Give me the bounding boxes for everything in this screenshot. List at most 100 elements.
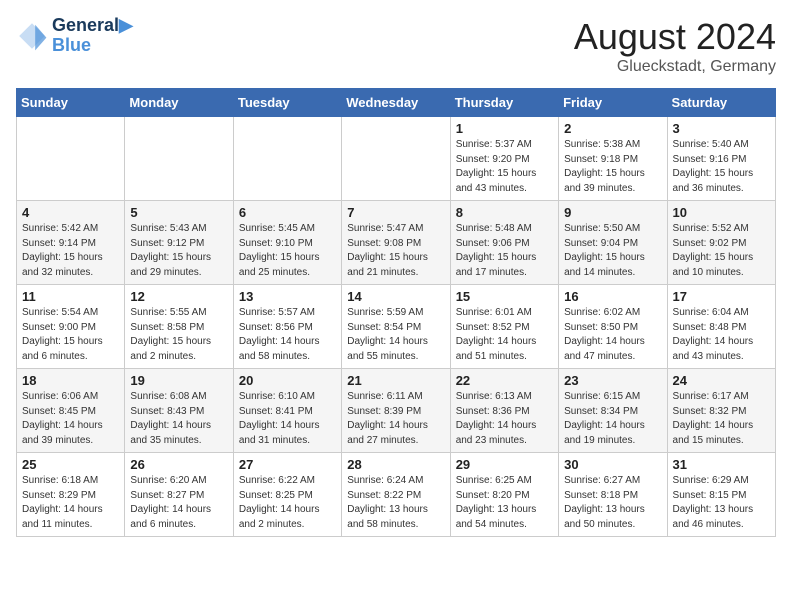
calendar-cell: 18 Sunrise: 6:06 AM Sunset: 8:45 PM Dayli… [17, 369, 125, 453]
day-info: Sunrise: 6:18 AM Sunset: 8:29 PM Dayligh… [22, 474, 119, 532]
calendar-week-row: 25 Sunrise: 6:18 AM Sunset: 8:29 PM Dayli… [17, 453, 776, 537]
calendar-cell [342, 117, 450, 201]
calendar-cell: 10 Sunrise: 5:52 AM Sunset: 9:02 PM Dayli… [667, 201, 775, 285]
calendar-cell: 2Sunrise: 5:38 AM Sunset: 9:18 PM Daylig… [559, 117, 667, 201]
calendar-cell: 21 Sunrise: 6:11 AM Sunset: 8:39 PM Dayli… [342, 369, 450, 453]
calendar-cell: 7 Sunrise: 5:47 AM Sunset: 9:08 PM Daylig… [342, 201, 450, 285]
calendar-cell: 8 Sunrise: 5:48 AM Sunset: 9:06 PM Daylig… [450, 201, 558, 285]
day-number: 30 [564, 457, 661, 472]
day-number: 31 [673, 457, 770, 472]
day-info: Sunrise: 5:40 AM Sunset: 9:16 PM Dayligh… [673, 138, 770, 196]
calendar-cell: 17 Sunrise: 6:04 AM Sunset: 8:48 PM Dayli… [667, 285, 775, 369]
day-info: Sunrise: 6:24 AM Sunset: 8:22 PM Dayligh… [347, 474, 444, 532]
day-info: Sunrise: 5:52 AM Sunset: 9:02 PM Dayligh… [673, 222, 770, 280]
calendar-cell: 11 Sunrise: 5:54 AM Sunset: 9:00 PM Dayli… [17, 285, 125, 369]
calendar-table: SundayMondayTuesdayWednesdayThursdayFrid… [16, 88, 776, 537]
logo-icon [16, 20, 48, 52]
calendar-cell [17, 117, 125, 201]
day-info: Sunrise: 5:42 AM Sunset: 9:14 PM Dayligh… [22, 222, 119, 280]
day-number: 11 [22, 289, 119, 304]
day-number: 20 [239, 373, 336, 388]
calendar-cell: 4Sunrise: 5:42 AM Sunset: 9:14 PM Daylig… [17, 201, 125, 285]
calendar-cell: 1 Sunrise: 5:37 AM Sunset: 9:20 PM Daylig… [450, 117, 558, 201]
day-number: 26 [130, 457, 227, 472]
calendar-cell: 14 Sunrise: 5:59 AM Sunset: 8:54 PM Dayli… [342, 285, 450, 369]
day-number: 15 [456, 289, 553, 304]
calendar-week-row: 1 Sunrise: 5:37 AM Sunset: 9:20 PM Daylig… [17, 117, 776, 201]
day-number: 18 [22, 373, 119, 388]
calendar-cell: 20 Sunrise: 6:10 AM Sunset: 8:41 PM Dayli… [233, 369, 341, 453]
day-info: Sunrise: 6:20 AM Sunset: 8:27 PM Dayligh… [130, 474, 227, 532]
calendar-cell: 5Sunrise: 5:43 AM Sunset: 9:12 PM Daylig… [125, 201, 233, 285]
day-info: Sunrise: 5:55 AM Sunset: 8:58 PM Dayligh… [130, 306, 227, 364]
calendar-cell: 3Sunrise: 5:40 AM Sunset: 9:16 PM Daylig… [667, 117, 775, 201]
weekday-header-saturday: Saturday [667, 89, 775, 117]
logo-text: General▶ Blue [52, 16, 133, 56]
day-info: Sunrise: 6:08 AM Sunset: 8:43 PM Dayligh… [130, 390, 227, 448]
day-number: 27 [239, 457, 336, 472]
calendar-cell [233, 117, 341, 201]
title-block: August 2024 Glueckstadt, Germany [574, 16, 776, 76]
day-info: Sunrise: 5:54 AM Sunset: 9:00 PM Dayligh… [22, 306, 119, 364]
page-header: General▶ Blue August 2024 Glueckstadt, G… [16, 16, 776, 76]
day-info: Sunrise: 6:04 AM Sunset: 8:48 PM Dayligh… [673, 306, 770, 364]
calendar-week-row: 18 Sunrise: 6:06 AM Sunset: 8:45 PM Dayli… [17, 369, 776, 453]
day-info: Sunrise: 6:02 AM Sunset: 8:50 PM Dayligh… [564, 306, 661, 364]
calendar-cell: 22 Sunrise: 6:13 AM Sunset: 8:36 PM Dayli… [450, 369, 558, 453]
day-info: Sunrise: 5:37 AM Sunset: 9:20 PM Dayligh… [456, 138, 553, 196]
weekday-header-sunday: Sunday [17, 89, 125, 117]
calendar-week-row: 4Sunrise: 5:42 AM Sunset: 9:14 PM Daylig… [17, 201, 776, 285]
day-number: 10 [673, 205, 770, 220]
day-number: 1 [456, 121, 553, 136]
day-number: 29 [456, 457, 553, 472]
day-info: Sunrise: 5:57 AM Sunset: 8:56 PM Dayligh… [239, 306, 336, 364]
calendar-cell: 9Sunrise: 5:50 AM Sunset: 9:04 PM Daylig… [559, 201, 667, 285]
day-number: 2 [564, 121, 661, 136]
weekday-header-row: SundayMondayTuesdayWednesdayThursdayFrid… [17, 89, 776, 117]
day-info: Sunrise: 5:45 AM Sunset: 9:10 PM Dayligh… [239, 222, 336, 280]
day-number: 8 [456, 205, 553, 220]
calendar-week-row: 11 Sunrise: 5:54 AM Sunset: 9:00 PM Dayli… [17, 285, 776, 369]
day-number: 23 [564, 373, 661, 388]
day-number: 17 [673, 289, 770, 304]
calendar-cell: 28 Sunrise: 6:24 AM Sunset: 8:22 PM Dayli… [342, 453, 450, 537]
calendar-cell: 23 Sunrise: 6:15 AM Sunset: 8:34 PM Dayli… [559, 369, 667, 453]
calendar-cell: 12Sunrise: 5:55 AM Sunset: 8:58 PM Dayli… [125, 285, 233, 369]
calendar-cell: 19 Sunrise: 6:08 AM Sunset: 8:43 PM Dayli… [125, 369, 233, 453]
day-info: Sunrise: 6:25 AM Sunset: 8:20 PM Dayligh… [456, 474, 553, 532]
day-number: 19 [130, 373, 227, 388]
calendar-cell: 26 Sunrise: 6:20 AM Sunset: 8:27 PM Dayli… [125, 453, 233, 537]
day-number: 13 [239, 289, 336, 304]
day-info: Sunrise: 6:17 AM Sunset: 8:32 PM Dayligh… [673, 390, 770, 448]
day-number: 7 [347, 205, 444, 220]
day-number: 6 [239, 205, 336, 220]
day-info: Sunrise: 6:13 AM Sunset: 8:36 PM Dayligh… [456, 390, 553, 448]
day-info: Sunrise: 6:06 AM Sunset: 8:45 PM Dayligh… [22, 390, 119, 448]
calendar-cell [125, 117, 233, 201]
day-info: Sunrise: 5:59 AM Sunset: 8:54 PM Dayligh… [347, 306, 444, 364]
weekday-header-tuesday: Tuesday [233, 89, 341, 117]
day-info: Sunrise: 6:15 AM Sunset: 8:34 PM Dayligh… [564, 390, 661, 448]
calendar-cell: 16 Sunrise: 6:02 AM Sunset: 8:50 PM Dayli… [559, 285, 667, 369]
day-info: Sunrise: 5:47 AM Sunset: 9:08 PM Dayligh… [347, 222, 444, 280]
day-info: Sunrise: 6:22 AM Sunset: 8:25 PM Dayligh… [239, 474, 336, 532]
day-info: Sunrise: 6:10 AM Sunset: 8:41 PM Dayligh… [239, 390, 336, 448]
calendar-cell: 13 Sunrise: 5:57 AM Sunset: 8:56 PM Dayli… [233, 285, 341, 369]
day-number: 14 [347, 289, 444, 304]
day-number: 24 [673, 373, 770, 388]
day-info: Sunrise: 6:11 AM Sunset: 8:39 PM Dayligh… [347, 390, 444, 448]
logo: General▶ Blue [16, 16, 133, 56]
day-info: Sunrise: 6:29 AM Sunset: 8:15 PM Dayligh… [673, 474, 770, 532]
day-number: 16 [564, 289, 661, 304]
calendar-cell: 24 Sunrise: 6:17 AM Sunset: 8:32 PM Dayli… [667, 369, 775, 453]
day-number: 25 [22, 457, 119, 472]
weekday-header-friday: Friday [559, 89, 667, 117]
day-info: Sunrise: 5:48 AM Sunset: 9:06 PM Dayligh… [456, 222, 553, 280]
calendar-cell: 15Sunrise: 6:01 AM Sunset: 8:52 PM Dayli… [450, 285, 558, 369]
day-number: 21 [347, 373, 444, 388]
day-number: 28 [347, 457, 444, 472]
calendar-cell: 27 Sunrise: 6:22 AM Sunset: 8:25 PM Dayli… [233, 453, 341, 537]
day-number: 22 [456, 373, 553, 388]
location-subtitle: Glueckstadt, Germany [574, 58, 776, 76]
month-year-title: August 2024 [574, 16, 776, 58]
